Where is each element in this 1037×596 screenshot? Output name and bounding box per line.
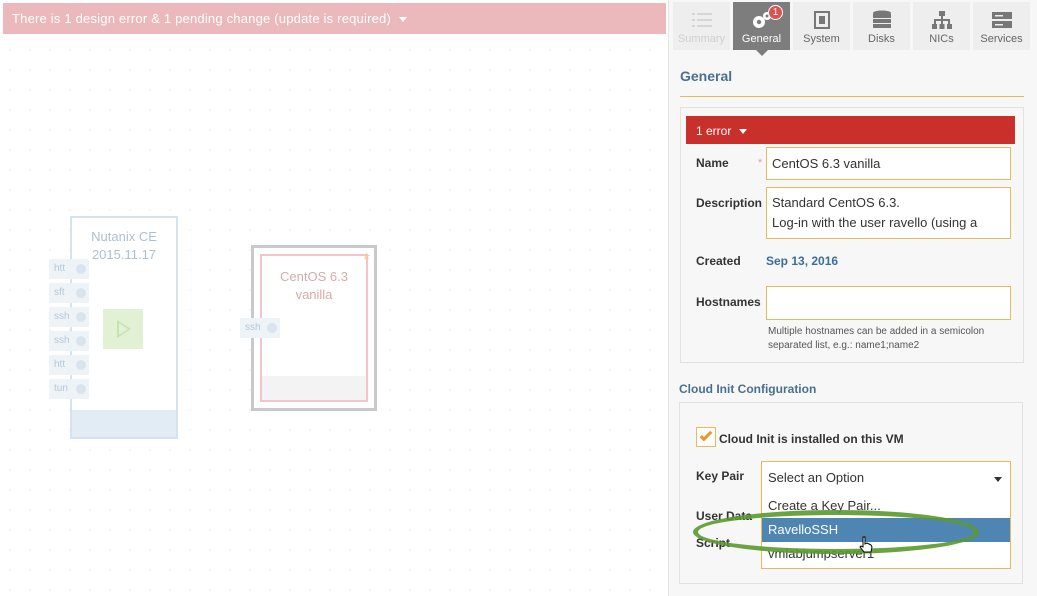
description-label: Description [696, 196, 763, 210]
cloud-init-checkbox-label: Cloud Init is installed on this VM [719, 432, 904, 446]
port-connector-icon[interactable] [76, 384, 86, 394]
general-form: 1 error Name * CentOS 6.3 vanilla Descri… [668, 0, 1037, 596]
design-canvas[interactable]: There is 1 design error & 1 pending chan… [0, 0, 668, 596]
port-label: sft [54, 287, 65, 298]
name-field[interactable]: CentOS 6.3 vanilla [766, 147, 1011, 180]
description-line: Log-in with the user ravello (using a SS… [772, 215, 978, 238]
vm-footer [262, 376, 366, 400]
hand-cursor-icon [859, 536, 873, 553]
port-label: ssh [54, 311, 70, 322]
vm-node-nutanix[interactable]: Nutanix CE 2015.11.17 [70, 216, 178, 439]
key-pair-select[interactable]: Select an Option [761, 461, 1011, 495]
error-label: 1 error [696, 124, 732, 138]
hostnames-label: Hostnames [696, 295, 761, 309]
port-label: tun [54, 383, 68, 394]
port-ssh[interactable]: ssh [240, 318, 280, 338]
chevron-down-icon[interactable] [739, 129, 748, 135]
port-label: htt [54, 359, 66, 370]
port-connector-icon[interactable] [76, 360, 86, 370]
hostnames-help: Multiple hostnames can be added in a sem… [768, 326, 985, 351]
created-value: Sep 13, 2016 [766, 254, 839, 268]
hostnames-field[interactable] [766, 286, 1011, 320]
required-marker: * [758, 157, 763, 169]
port-connector-icon[interactable] [76, 264, 86, 274]
chevron-down-icon[interactable] [399, 17, 407, 23]
vm-footer [72, 410, 176, 437]
chevron-down-icon[interactable] [994, 477, 1002, 482]
port-connector-icon[interactable] [76, 336, 86, 346]
design-error-banner[interactable]: There is 1 design error & 1 pending chan… [3, 3, 666, 34]
vm-name-line2: vanilla [295, 287, 333, 302]
vm-name-line1: Nutanix CE [91, 229, 157, 244]
error-dropdown[interactable]: 1 error [686, 116, 1015, 144]
section-title-cloud-init: Cloud Init Configuration [679, 382, 817, 396]
port-tun[interactable]: tun [49, 379, 89, 399]
select-value: Select an Option [768, 470, 865, 485]
port-sft[interactable]: sft [49, 283, 89, 303]
description-line: Standard CentOS 6.3. [772, 195, 900, 210]
key-pair-label: Key Pair [696, 469, 745, 483]
port-htt[interactable]: htt [49, 355, 89, 375]
play-icon[interactable] [103, 309, 143, 349]
port-label: ssh [245, 322, 261, 333]
port-connector-icon[interactable] [76, 288, 86, 298]
port-label: htt [54, 263, 66, 274]
vm-name-line1: CentOS 6.3 [280, 269, 348, 284]
description-field[interactable]: Standard CentOS 6.3. Log-in with the use… [766, 187, 1011, 239]
port-connector-icon[interactable] [76, 312, 86, 322]
highlight-ellipse [693, 510, 979, 554]
port-ssh[interactable]: ssh [49, 331, 89, 351]
name-label: Name [696, 156, 729, 170]
banner-text: There is 1 design error & 1 pending chan… [12, 11, 391, 26]
port-htt[interactable]: htt [49, 259, 89, 279]
port-label: ssh [54, 335, 70, 346]
port-connector-icon[interactable] [267, 323, 277, 333]
pending-change-icon: * [362, 250, 370, 270]
created-label: Created [696, 254, 741, 268]
checkmark-icon [699, 428, 713, 442]
port-ssh[interactable]: ssh [49, 307, 89, 327]
vm-name: CentOS 6.3 vanilla [262, 268, 366, 304]
cloud-init-checkbox[interactable] [696, 427, 716, 447]
